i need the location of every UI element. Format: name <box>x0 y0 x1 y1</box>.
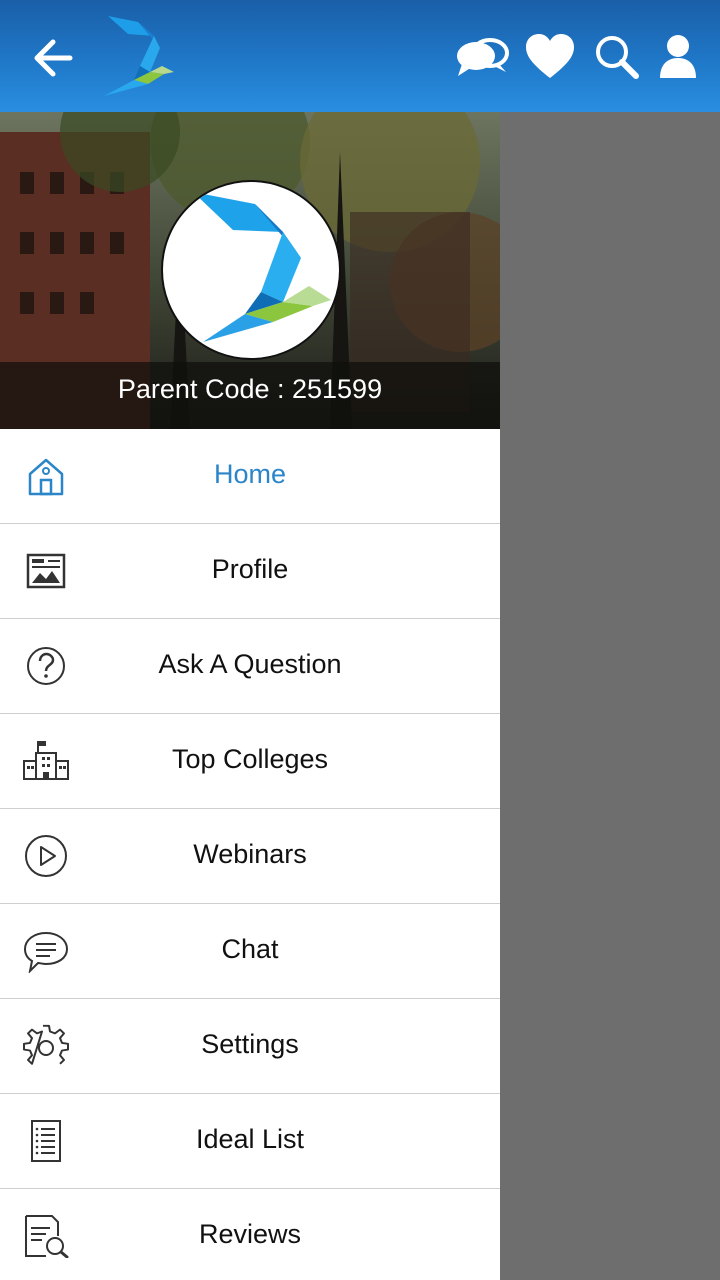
menu-item-label: Reviews <box>198 1219 302 1249</box>
heart-icon[interactable] <box>522 30 578 86</box>
menu-item-label: Chat <box>221 934 279 964</box>
menu-item-label: Settings <box>201 1029 299 1059</box>
drawer-scrim[interactable] <box>500 112 720 1280</box>
menu-item-home[interactable]: Home <box>0 429 500 524</box>
menu-item-label: Ask A Question <box>158 649 342 679</box>
navigation-drawer: Parent Code : 251599 Home Profile Ask A … <box>0 112 500 1280</box>
bird-logo <box>104 16 174 96</box>
menu-item-label: Ideal List <box>195 1124 305 1154</box>
menu-item-top-colleges[interactable]: Top Colleges <box>0 714 500 809</box>
chat-bubbles-icon[interactable] <box>454 30 510 86</box>
user-icon[interactable] <box>652 30 708 86</box>
menu-item-ideal-list[interactable]: Ideal List <box>0 1094 500 1189</box>
app-bar <box>0 0 720 112</box>
avatar[interactable] <box>161 180 341 360</box>
menu-item-chat[interactable]: Chat <box>0 904 500 999</box>
search-icon[interactable] <box>590 30 646 86</box>
menu-item-settings[interactable]: Settings <box>0 999 500 1094</box>
menu-item-label: Top Colleges <box>171 744 329 774</box>
menu-item-label: Home <box>213 459 287 489</box>
menu-item-webinars[interactable]: Webinars <box>0 809 500 904</box>
menu-item-profile[interactable]: Profile <box>0 524 500 619</box>
arrow-left-icon[interactable] <box>26 30 82 86</box>
drawer-header: Parent Code : 251599 <box>0 112 500 429</box>
bird-logo <box>193 192 331 342</box>
drawer-menu: Home Profile Ask A Question Top Colleges… <box>0 429 500 1280</box>
menu-item-label: Webinars <box>193 839 307 869</box>
menu-item-reviews[interactable]: Reviews <box>0 1189 500 1280</box>
menu-item-ask-question[interactable]: Ask A Question <box>0 619 500 714</box>
menu-item-label: Profile <box>211 554 289 584</box>
parent-code: Parent Code : 251599 <box>117 374 383 404</box>
